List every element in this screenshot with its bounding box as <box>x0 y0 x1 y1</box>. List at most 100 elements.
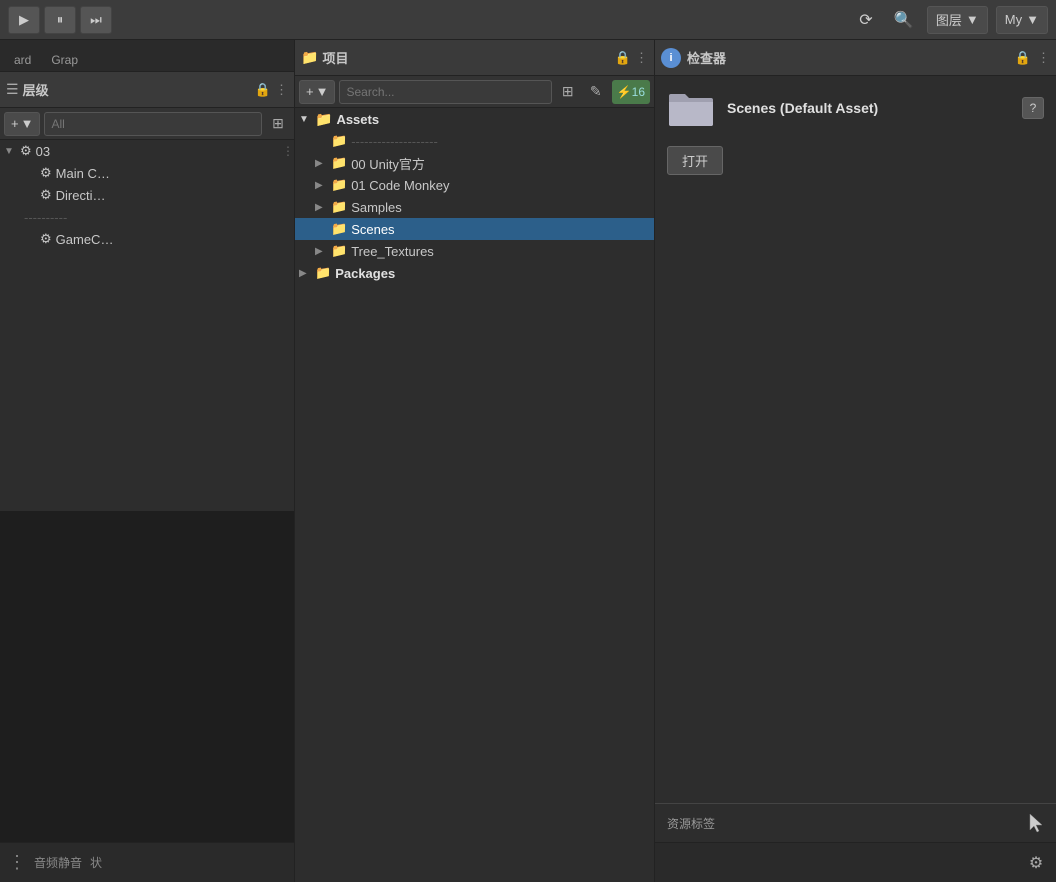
hierarchy-add-button[interactable]: + ▼ <box>4 112 40 136</box>
gameobject-icon: ⚙ <box>40 187 52 203</box>
inspector-info-icon: i <box>661 48 681 68</box>
inspector-help-button[interactable]: ? <box>1022 97 1044 119</box>
inspector-content: Scenes (Default Asset) ? 打开 <box>655 76 1056 803</box>
project-add-button[interactable]: + ▼ <box>299 80 335 104</box>
folder-icon: 📁 <box>331 133 347 149</box>
folder-icon: 📁 <box>315 265 331 281</box>
search-button[interactable]: 🔍 <box>889 6 919 34</box>
hierarchy-list-icon: ☰ <box>6 81 19 98</box>
flash-icon: ⚡ <box>617 85 632 99</box>
inspector-settings-button[interactable]: ⚙ <box>1024 851 1048 875</box>
project-item-tree-textures[interactable]: ▶ 📁 Tree_Textures <box>295 240 654 262</box>
inspector-asset-help: ? <box>1022 97 1044 119</box>
game-canvas <box>0 511 294 842</box>
step-button[interactable]: ⏭ <box>80 6 112 34</box>
hierarchy-search-options-button[interactable]: ⊞ <box>266 112 290 136</box>
hierarchy-lock-icon[interactable]: 🔒 <box>255 82 271 98</box>
folder-icon: 📁 <box>331 177 347 193</box>
project-tree: ▼ 📁 Assets 📁 -------------------- ▶ 📁 00… <box>295 108 654 882</box>
audio-label: 音频静音 <box>34 854 82 871</box>
project-header: 📁 项目 🔒 ⋮ <box>295 40 654 76</box>
inspector-title: 检查器 <box>687 48 1009 67</box>
layer-dropdown[interactable]: 图层 ▼ <box>927 6 988 34</box>
cursor-icon <box>1028 812 1044 834</box>
project-badge-button[interactable]: ⚡ 16 <box>612 80 650 104</box>
status-label: 状 <box>90 854 102 871</box>
inspector-footer: ⚙ <box>655 842 1056 882</box>
project-toolbar: + ▼ ⊞ ✎ ⚡ 16 <box>295 76 654 108</box>
asset-info: Scenes (Default Asset) <box>727 100 878 116</box>
gameobject-icon: ⚙ <box>40 231 52 247</box>
project-item-assets[interactable]: ▼ 📁 Assets <box>295 108 654 130</box>
game-view-area: ⋮ 音频静音 状 <box>0 511 294 882</box>
add-chevron-icon: ▼ <box>316 84 329 99</box>
project-item-scenes[interactable]: 📁 Scenes <box>295 218 654 240</box>
my-dropdown[interactable]: My ▼ <box>996 6 1048 34</box>
inspector-header: i 检查器 🔒 ⋮ <box>655 40 1056 76</box>
bottom-status-bar: ⋮ 音频静音 状 <box>0 842 294 882</box>
hierarchy-toolbar: + ▼ ⊞ <box>0 108 294 140</box>
project-title: 项目 <box>322 48 610 67</box>
project-item-label: 01 Code Monkey <box>351 178 449 193</box>
hierarchy-search-input[interactable] <box>44 112 262 136</box>
hierarchy-item-label: Main C… <box>56 166 110 181</box>
inspector-lock-icon[interactable]: 🔒 <box>1015 50 1031 66</box>
hierarchy-item-directional[interactable]: ⚙ Directi… <box>0 184 294 206</box>
step-icon: ⏭ <box>90 12 102 28</box>
asset-name: Scenes (Default Asset) <box>727 100 878 116</box>
project-item-label: Assets <box>336 112 379 127</box>
tab-ard[interactable]: ard <box>4 49 41 71</box>
project-menu-icon[interactable]: ⋮ <box>635 50 648 66</box>
asset-preview: Scenes (Default Asset) ? <box>667 88 1044 128</box>
inspector-panel: i 检查器 🔒 ⋮ Scenes (Default Asset) <box>655 40 1056 882</box>
project-item-packages[interactable]: ▶ 📁 Packages <box>295 262 654 284</box>
project-item-label: Samples <box>351 200 402 215</box>
bottom-dots-icon[interactable]: ⋮ <box>8 852 26 873</box>
hierarchy-item-gamec[interactable]: ⚙ GameC… <box>0 228 294 250</box>
hierarchy-item-separator: ---------- <box>0 206 294 228</box>
folder-icon: 📁 <box>315 111 332 128</box>
my-label: My <box>1005 12 1022 27</box>
hierarchy-header: ☰ 层级 🔒 ⋮ <box>0 72 294 108</box>
folder-icon: 📁 <box>331 155 347 171</box>
play-button[interactable]: ▶ <box>8 6 40 34</box>
arrow-icon: ▼ <box>4 146 16 157</box>
project-search-options-button[interactable]: ⊞ <box>556 80 580 104</box>
project-mark-button[interactable]: ✎ <box>584 80 608 104</box>
project-lock-icon[interactable]: 🔒 <box>615 50 631 66</box>
separator-label: ---------- <box>24 210 67 225</box>
asset-folder-icon <box>667 88 715 128</box>
hierarchy-item-label: Directi… <box>56 188 106 203</box>
arrow-icon: ▶ <box>299 268 311 279</box>
hierarchy-tree: ▼ ⚙ 03 ⋮ ⚙ Main C… ⚙ Directi… ----------… <box>0 140 294 511</box>
layer-label: 图层 <box>936 10 962 29</box>
arrow-icon: ▶ <box>315 202 327 213</box>
arrow-icon: ▶ <box>315 246 327 257</box>
hierarchy-item-maincamera[interactable]: ⚙ Main C… <box>0 162 294 184</box>
asset-tag-label: 资源标签 <box>667 815 715 832</box>
folder-icon: 📁 <box>331 221 347 237</box>
project-search-input[interactable] <box>339 80 551 104</box>
hierarchy-panel: ard Grap ☰ 层级 🔒 ⋮ + ▼ ⊞ ▼ ⚙ 03 ⋮ <box>0 40 295 882</box>
pause-button[interactable]: ⏸ <box>44 6 76 34</box>
history-button[interactable]: ⟳ <box>851 6 881 34</box>
add-chevron-icon: ▼ <box>21 116 34 131</box>
project-badge: 16 <box>632 85 645 99</box>
item-menu-icon[interactable]: ⋮ <box>282 144 294 158</box>
hierarchy-item-03[interactable]: ▼ ⚙ 03 ⋮ <box>0 140 294 162</box>
project-item-codemonkey[interactable]: ▶ 📁 01 Code Monkey <box>295 174 654 196</box>
inspector-menu-icon[interactable]: ⋮ <box>1037 50 1050 66</box>
project-item-unity[interactable]: ▶ 📁 00 Unity官方 <box>295 152 654 174</box>
folder-icon: 📁 <box>331 243 347 259</box>
layer-chevron-icon: ▼ <box>966 12 979 27</box>
project-list-icon: 📁 <box>301 49 318 66</box>
history-icon: ⟳ <box>859 10 872 30</box>
project-item-label: Scenes <box>351 222 394 237</box>
project-item-samples[interactable]: ▶ 📁 Samples <box>295 196 654 218</box>
tab-graph[interactable]: Grap <box>41 49 88 71</box>
top-toolbar: ▶ ⏸ ⏭ ⟳ 🔍 图层 ▼ My ▼ <box>0 0 1056 40</box>
open-button[interactable]: 打开 <box>667 146 723 175</box>
left-tab-bar: ard Grap <box>0 40 294 72</box>
hierarchy-menu-icon[interactable]: ⋮ <box>275 82 288 98</box>
project-item-dotted[interactable]: 📁 -------------------- <box>295 130 654 152</box>
